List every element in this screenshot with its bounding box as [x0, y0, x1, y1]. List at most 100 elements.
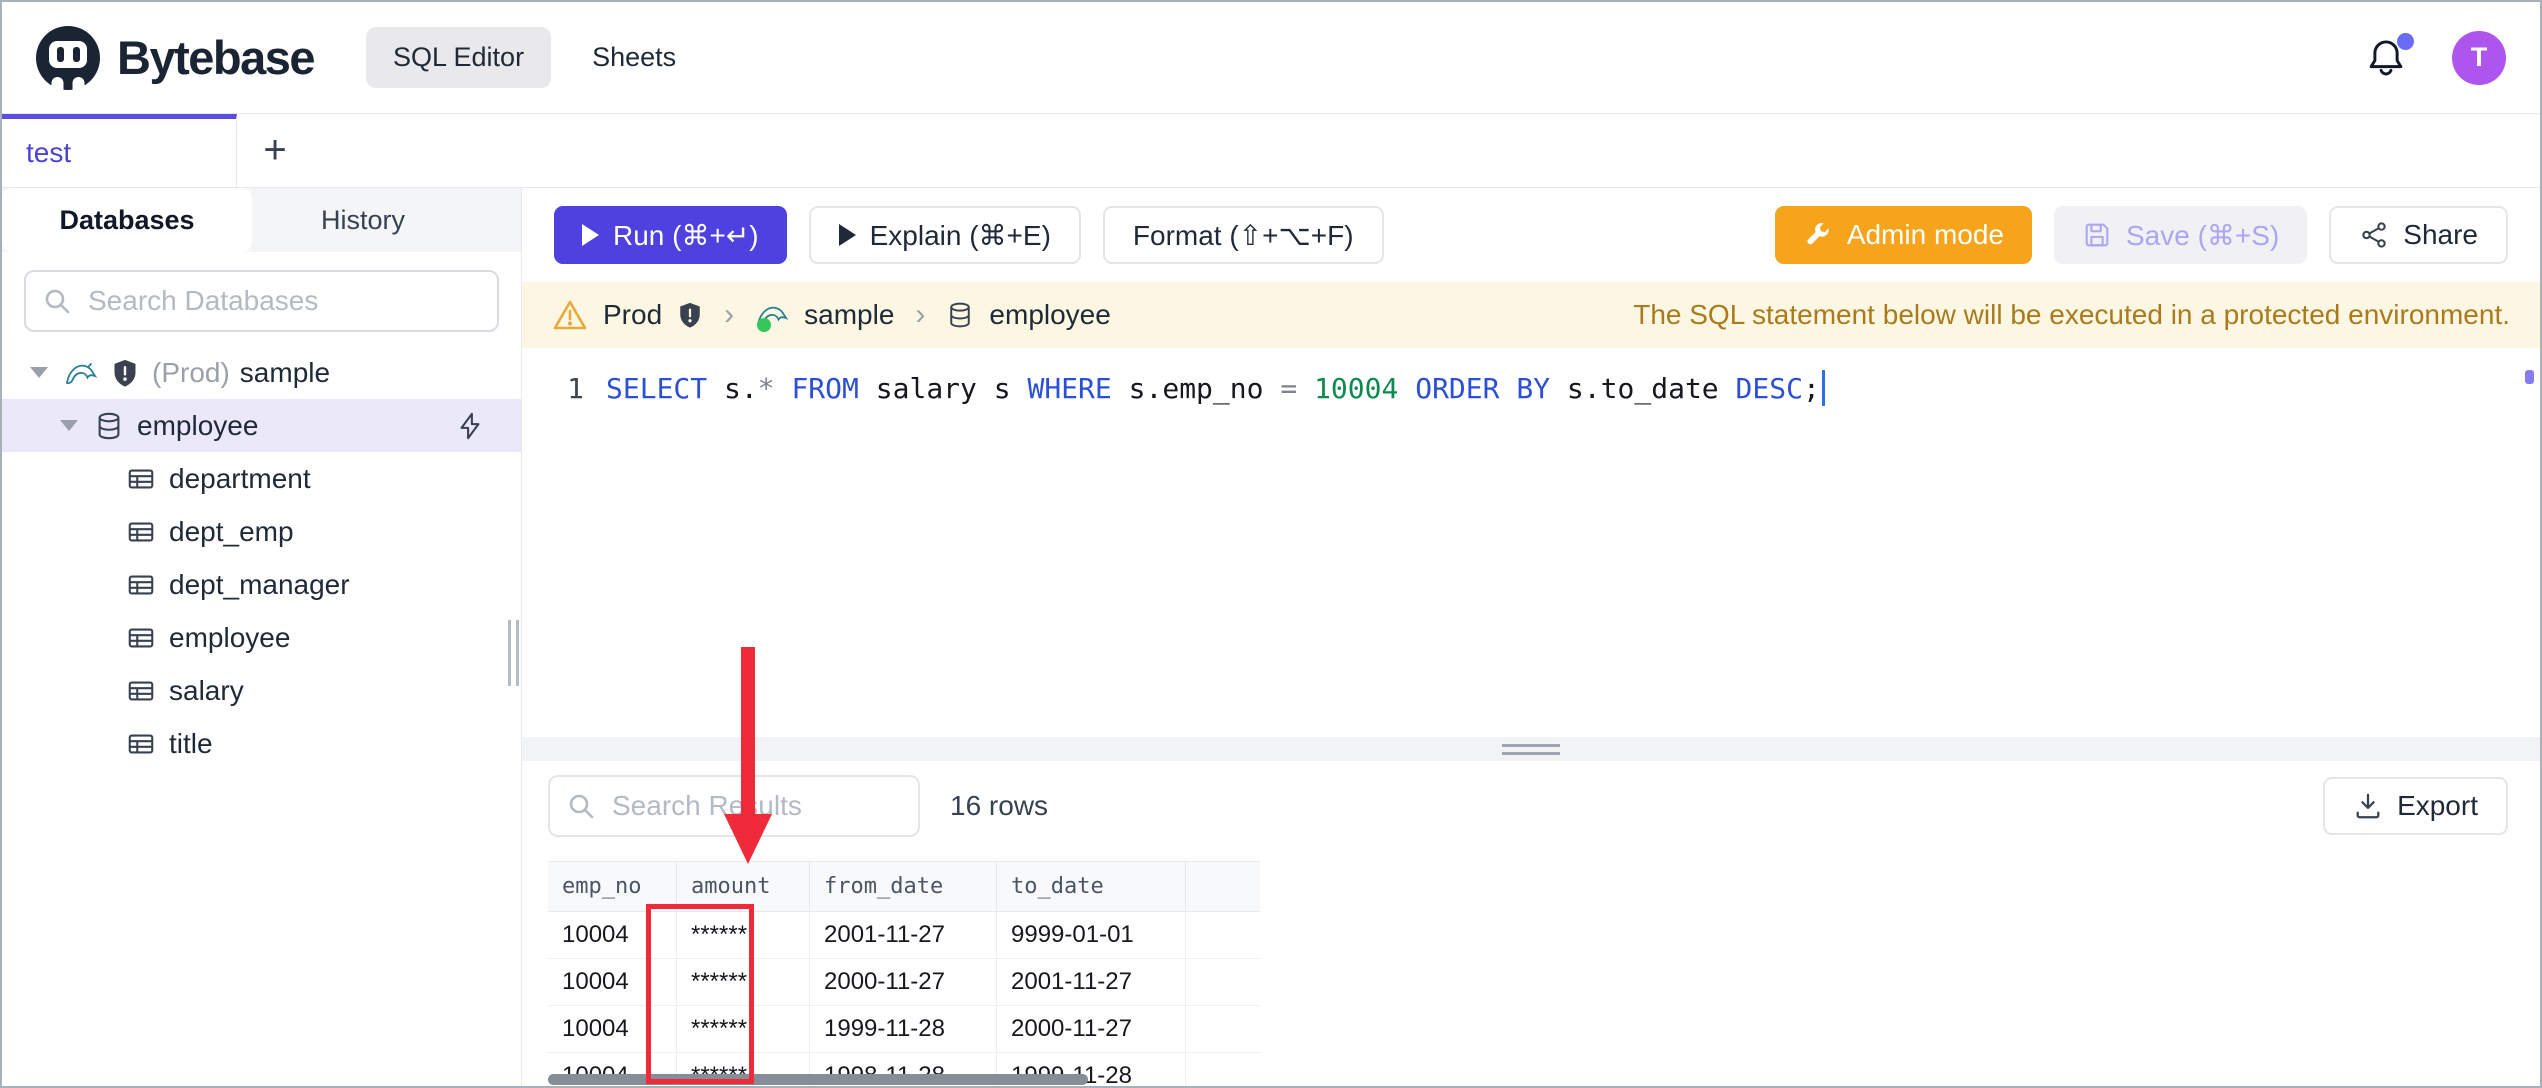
editor-scrollbar[interactable] — [2525, 370, 2534, 384]
shield-icon — [111, 358, 139, 388]
text-cursor — [1821, 370, 1825, 406]
caret-down-icon[interactable] — [60, 420, 78, 431]
logo-feet — [51, 76, 85, 90]
table-label: title — [169, 727, 213, 759]
sql-token: s. — [707, 371, 758, 405]
sql-token: FROM — [791, 371, 859, 405]
avatar[interactable]: T — [2452, 30, 2506, 85]
sidebar-resize-handle[interactable] — [508, 620, 519, 686]
tree-item-table-dept-emp[interactable]: dept_emp — [2, 505, 521, 558]
explain-button[interactable]: Explain (⌘+E) — [808, 206, 1081, 264]
sql-token: s.to_date — [1550, 371, 1736, 405]
header-right: T — [2366, 30, 2506, 85]
sidebar: Databases History Search Databases (Prod… — [2, 188, 522, 1086]
cell-to-date: 2001-11-27 — [996, 958, 1186, 1006]
nav-sql-editor[interactable]: SQL Editor — [366, 27, 552, 88]
admin-mode-button[interactable]: Admin mode — [1774, 206, 2032, 264]
notification-bell-icon[interactable] — [2366, 32, 2414, 79]
breadcrumb-table[interactable]: employee — [989, 299, 1110, 331]
sheet-tabstrip: test + — [2, 114, 2540, 188]
add-tab-button[interactable]: + — [237, 114, 313, 187]
cell-empty — [1185, 911, 1260, 959]
results-panel: 16 rows Export emp_no amount from_date t… — [522, 761, 2540, 1086]
wrench-icon — [1807, 223, 1829, 245]
tab-history[interactable]: History — [252, 188, 474, 252]
column-header-to-date[interactable]: to_date — [996, 861, 1186, 912]
results-controls: 16 rows Export — [548, 775, 2508, 837]
table-icon — [126, 676, 156, 706]
export-button[interactable]: Export — [2323, 777, 2508, 835]
sql-token: DESC — [1735, 371, 1803, 405]
logo-face — [49, 40, 87, 68]
breadcrumb-environment[interactable]: Prod — [603, 299, 662, 331]
table-icon — [126, 517, 156, 547]
database-icon — [950, 302, 971, 328]
run-button[interactable]: Run (⌘+↵) — [554, 206, 787, 264]
format-button[interactable]: Format (⇧+⌥+F) — [1102, 206, 1384, 264]
share-button[interactable]: Share — [2329, 206, 2508, 264]
environment-label: (Prod) — [152, 356, 230, 388]
play-icon — [582, 224, 599, 246]
tree-item-schema-employee[interactable]: employee — [2, 399, 521, 452]
cell-empty — [1185, 1052, 1260, 1086]
sql-token: ORDER BY — [1415, 371, 1551, 405]
database-search[interactable] — [24, 270, 499, 332]
sql-token: * — [757, 371, 775, 405]
database-tree: (Prod) sample employee department dept_e… — [2, 346, 521, 770]
tree-item-table-employee[interactable]: employee — [2, 611, 521, 664]
cell-from-date: 1999-11-28 — [809, 1005, 997, 1053]
tab-test[interactable]: test — [2, 114, 237, 187]
table-icon — [126, 729, 156, 759]
cell-empty — [1185, 958, 1260, 1006]
download-icon — [2356, 793, 2380, 819]
mysql-icon — [755, 300, 789, 332]
tab-databases[interactable]: Databases — [2, 188, 252, 252]
sql-editor-window: Bytebase SQL Editor Sheets T test + Data… — [0, 0, 2542, 1088]
top-nav: SQL Editor Sheets — [366, 27, 703, 88]
tree-item-table-department[interactable]: department — [2, 452, 521, 505]
app-header: Bytebase SQL Editor Sheets T — [2, 2, 2540, 114]
sql-token: SELECT — [606, 371, 708, 405]
annotation-arrow-head — [724, 814, 772, 864]
caret-down-icon[interactable] — [30, 367, 48, 378]
save-button[interactable]: Save (⌘+S) — [2054, 206, 2308, 264]
breadcrumb-separator: › — [915, 298, 926, 331]
cell-empty — [1185, 1005, 1260, 1053]
column-header-from-date[interactable]: from_date — [809, 861, 997, 912]
cell-to-date: 2000-11-27 — [996, 1005, 1186, 1053]
sql-editor[interactable]: 1 SELECT s. * FROM salary s WHERE s.emp_no… — [522, 348, 2540, 737]
protected-env-banner: Prod › sample › employee The SQL stateme… — [522, 282, 2540, 348]
notification-badge — [2397, 32, 2414, 50]
breadcrumb-database[interactable]: sample — [804, 299, 894, 331]
sql-token: = — [1280, 371, 1298, 405]
horizontal-scrollbar[interactable] — [548, 1074, 1088, 1085]
tree-item-table-salary[interactable]: salary — [2, 664, 521, 717]
annotation-highlight-box — [646, 904, 754, 1084]
panel-splitter[interactable] — [522, 737, 2540, 761]
code-line[interactable]: 1 SELECT s. * FROM salary s WHERE s.emp_no… — [522, 370, 2540, 406]
share-icon — [2362, 222, 2387, 248]
table-label: department — [169, 462, 311, 494]
column-header-empty — [1185, 861, 1260, 912]
database-label: sample — [239, 356, 331, 388]
sql-token: salary s — [858, 371, 1028, 405]
cell-from-date: 2001-11-27 — [809, 911, 997, 959]
breadcrumb-separator: › — [724, 298, 735, 331]
tree-item-table-title[interactable]: title — [2, 717, 521, 770]
brand-title: Bytebase — [117, 31, 316, 84]
table-label: dept_manager — [169, 568, 350, 600]
nav-sheets[interactable]: Sheets — [565, 27, 703, 88]
save-icon — [2085, 223, 2109, 247]
bytebase-logo-icon[interactable] — [36, 25, 100, 90]
lightning-icon[interactable] — [455, 411, 485, 441]
schema-label: employee — [137, 409, 259, 441]
annotation-arrow — [741, 647, 755, 817]
tree-item-table-dept-manager[interactable]: dept_manager — [2, 558, 521, 611]
search-databases-input[interactable] — [86, 284, 481, 318]
table-icon — [126, 623, 156, 653]
search-icon — [569, 794, 594, 819]
tree-item-instance-sample[interactable]: (Prod) sample — [2, 346, 521, 399]
